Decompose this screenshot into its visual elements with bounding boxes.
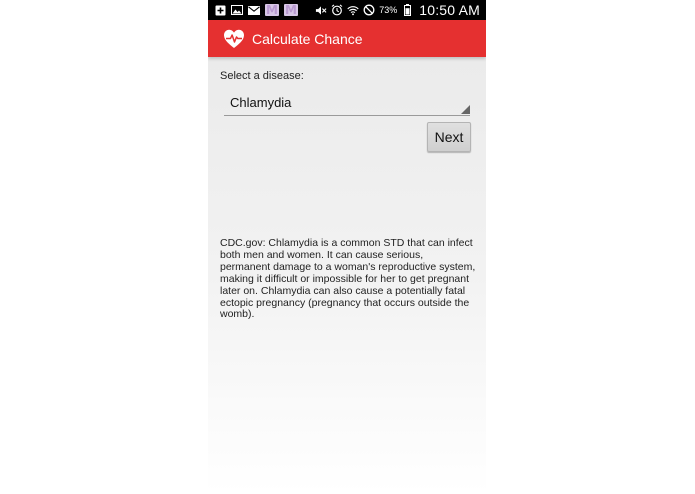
phone-screen: M M 73% 10:50 AM Calculate Chance Select… (208, 0, 486, 494)
app-title: Calculate Chance (252, 30, 363, 47)
alarm-icon (331, 4, 343, 16)
selected-disease: Chlamydia (230, 95, 292, 110)
system-icons: 73% 10:50 AM (315, 2, 486, 18)
disease-description: CDC.gov: Chlamydia is a common STD that … (220, 237, 476, 321)
gmail-icon: M (265, 3, 279, 17)
wifi-icon (347, 4, 359, 16)
gmail-icon: M (284, 3, 298, 17)
status-bar: M M 73% 10:50 AM (208, 0, 486, 20)
battery-percent: 73% (379, 5, 398, 15)
mail-icon (248, 4, 260, 16)
add-box-icon (214, 4, 226, 16)
mute-icon (315, 4, 327, 16)
image-icon (231, 4, 243, 16)
disease-dropdown[interactable]: Chlamydia (224, 89, 470, 116)
battery-icon (401, 4, 413, 16)
blocked-icon (363, 4, 375, 16)
select-disease-label: Select a disease: (220, 70, 304, 82)
dropdown-arrow-icon (461, 105, 470, 114)
heart-pulse-icon[interactable] (223, 29, 245, 49)
next-button[interactable]: Next (427, 122, 471, 152)
app-bar: Calculate Chance (208, 20, 486, 57)
notification-icons: M M (208, 4, 298, 16)
clock: 10:50 AM (419, 2, 480, 18)
